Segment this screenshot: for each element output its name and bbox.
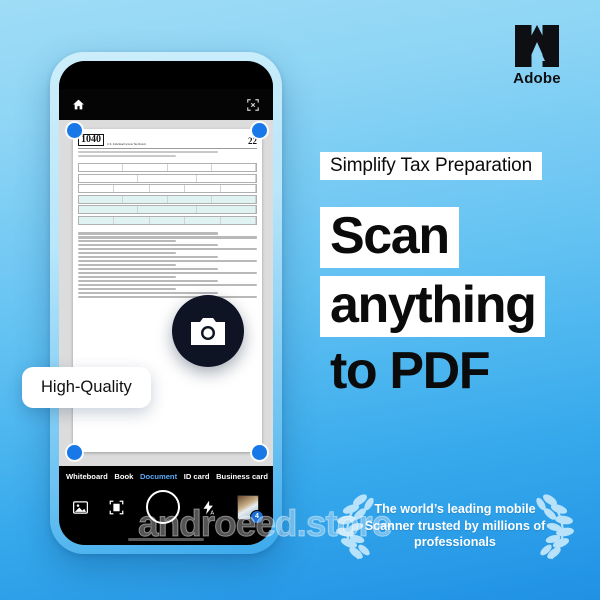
adobe-logo: Adobe: [500, 24, 574, 86]
capture-mode-tabs: Whiteboard Book Document ID card Busines…: [59, 466, 273, 481]
mode-tab-id-card[interactable]: ID card: [183, 472, 211, 481]
form-1040-header: 1040 U.S. Individual Income Tax Return 2…: [73, 129, 262, 161]
phone-screen: 1040 U.S. Individual Income Tax Return 2…: [59, 61, 273, 545]
form-number: 1040: [78, 134, 104, 146]
headline-line-3: to PDF: [330, 342, 491, 400]
award-line-1: The world’s leading mobile: [374, 502, 536, 517]
thumbnail-count-badge: 4: [250, 509, 264, 524]
home-icon[interactable]: [72, 98, 85, 111]
shutter-row: A 4: [59, 481, 273, 524]
award-text: The world’s leading mobile Scanner trust…: [355, 501, 555, 551]
award-line-3: professionals: [414, 535, 496, 550]
mode-tab-whiteboard[interactable]: Whiteboard: [65, 472, 109, 481]
mode-tab-business-card[interactable]: Business card: [215, 472, 269, 481]
corner-handle-bottom-right[interactable]: [252, 445, 267, 460]
home-indicator: [128, 538, 204, 541]
mode-tab-document[interactable]: Document: [139, 472, 178, 481]
form-title: U.S. Individual Income Tax Return: [107, 143, 147, 146]
corner-handle-bottom-left[interactable]: [67, 445, 82, 460]
adobe-wordmark: Adobe: [513, 70, 561, 87]
award-badge: The world’s leading mobile Scanner trust…: [318, 484, 592, 568]
award-line-2: Scanner trusted by millions of: [364, 518, 546, 533]
svg-text:A: A: [210, 510, 214, 515]
app-top-bar: [59, 89, 273, 120]
status-bar: [59, 61, 273, 89]
tagline: Simplify Tax Preparation: [320, 152, 543, 180]
adobe-a-mark-icon: [515, 25, 559, 67]
camera-controls: Whiteboard Book Document ID card Busines…: [59, 466, 273, 545]
camera-icon: [191, 318, 225, 345]
camera-feature-badge: [172, 295, 244, 367]
crop-expand-icon[interactable]: [246, 98, 260, 112]
camera-viewfinder: 1040 U.S. Individual Income Tax Return 2…: [59, 120, 273, 466]
corner-handle-top-right[interactable]: [252, 123, 267, 138]
corner-handle-top-left[interactable]: [67, 123, 82, 138]
high-quality-badge: High-Quality: [22, 367, 151, 408]
mode-tab-book[interactable]: Book: [113, 472, 134, 481]
phone-mockup: 1040 U.S. Individual Income Tax Return 2…: [50, 52, 282, 554]
form-year: 22: [248, 136, 257, 146]
flash-auto-icon[interactable]: A: [201, 500, 216, 515]
headline-line-2: anything: [320, 276, 546, 337]
marketing-copy: Simplify Tax Preparation Scan anything t…: [320, 152, 592, 397]
last-capture-thumbnail[interactable]: 4: [237, 494, 264, 524]
gallery-image-icon[interactable]: [73, 500, 88, 514]
promo-graphic: Adobe 1040 U.S. Individual Income Tax Re…: [0, 0, 600, 600]
document-detect-icon[interactable]: [109, 500, 124, 515]
shutter-button[interactable]: [145, 490, 180, 524]
headline-line-1: Scan: [320, 207, 459, 268]
